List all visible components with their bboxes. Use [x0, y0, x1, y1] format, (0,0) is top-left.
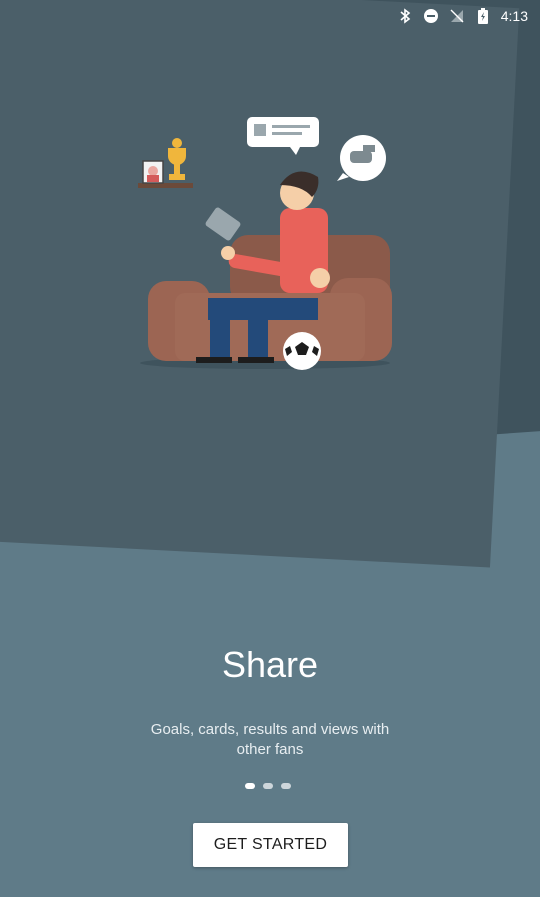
battery-charging-icon — [475, 8, 491, 24]
onboarding-description: Goals, cards, results and views with oth… — [150, 721, 390, 758]
page-indicator-dot — [245, 783, 255, 789]
hero-illustration — [130, 113, 400, 376]
get-started-button[interactable]: GET STARTED — [193, 823, 348, 867]
status-time: 4:13 — [500, 8, 528, 24]
page-indicator — [245, 783, 291, 789]
page-indicator-dot — [263, 783, 273, 789]
do-not-disturb-icon — [423, 8, 439, 24]
onboarding-title: Share — [221, 644, 319, 685]
bluetooth-icon — [397, 8, 413, 24]
page-indicator-dot — [281, 783, 291, 789]
status-bar: 4:13 — [0, 0, 540, 32]
no-signal-icon — [449, 8, 465, 24]
